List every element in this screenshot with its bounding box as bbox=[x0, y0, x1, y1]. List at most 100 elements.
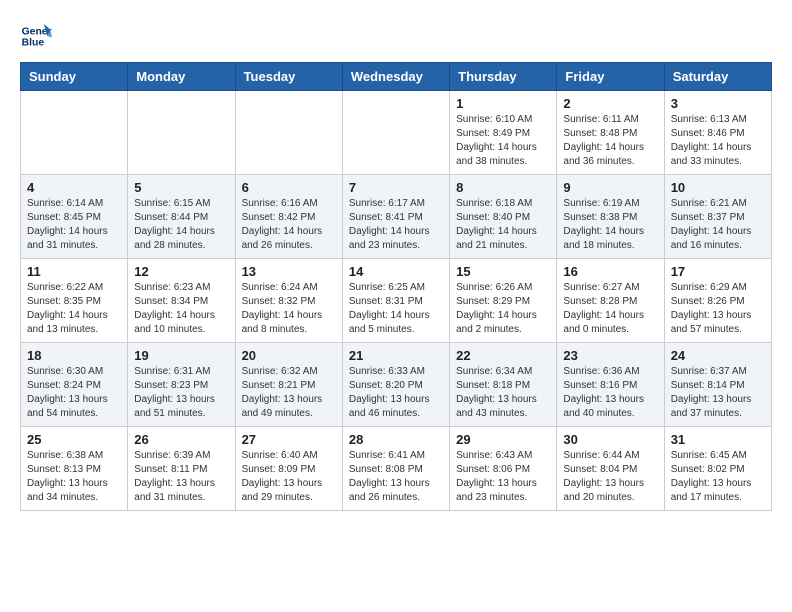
calendar-cell: 24 Sunrise: 6:37 AM Sunset: 8:14 PM Dayli… bbox=[664, 343, 771, 427]
calendar-cell: 16Sunrise: 6:27 AM Sunset: 8:28 PM Dayli… bbox=[557, 259, 664, 343]
day-number: 2 bbox=[563, 96, 657, 111]
weekday-thursday: Thursday bbox=[450, 63, 557, 91]
calendar-cell: 8 Sunrise: 6:18 AM Sunset: 8:40 PM Daylig… bbox=[450, 175, 557, 259]
calendar-cell: 17Sunrise: 6:29 AM Sunset: 8:26 PM Dayli… bbox=[664, 259, 771, 343]
day-number: 24 bbox=[671, 348, 765, 363]
day-number: 31 bbox=[671, 432, 765, 447]
calendar-cell: 28 Sunrise: 6:41 AM Sunset: 8:08 PM Dayli… bbox=[342, 427, 449, 511]
calendar-cell bbox=[342, 91, 449, 175]
day-number: 4 bbox=[27, 180, 121, 195]
day-number: 25 bbox=[27, 432, 121, 447]
day-info: Sunrise: 6:18 AM Sunset: 8:40 PM Dayligh… bbox=[456, 197, 550, 253]
day-info: Sunrise: 6:27 AM Sunset: 8:28 PM Dayligh… bbox=[563, 281, 657, 337]
day-info: Sunrise: 6:21 AM Sunset: 8:37 PM Dayligh… bbox=[671, 197, 765, 253]
calendar-cell: 13 Sunrise: 6:24 AM Sunset: 8:32 PM Dayli… bbox=[235, 259, 342, 343]
day-number: 18 bbox=[27, 348, 121, 363]
day-number: 19 bbox=[134, 348, 228, 363]
day-info: Sunrise: 6:36 AM Sunset: 8:16 PM Dayligh… bbox=[563, 365, 657, 421]
calendar-cell: 15 Sunrise: 6:26 AM Sunset: 8:29 PM Dayli… bbox=[450, 259, 557, 343]
logo: General Blue bbox=[20, 20, 56, 52]
calendar-cell: 1Sunrise: 6:10 AM Sunset: 8:49 PM Daylig… bbox=[450, 91, 557, 175]
calendar-table: SundayMondayTuesdayWednesdayThursdayFrid… bbox=[20, 62, 772, 511]
week-row-4: 18 Sunrise: 6:30 AM Sunset: 8:24 PM Dayli… bbox=[21, 343, 772, 427]
day-number: 30 bbox=[563, 432, 657, 447]
calendar-cell: 29 Sunrise: 6:43 AM Sunset: 8:06 PM Dayli… bbox=[450, 427, 557, 511]
day-number: 3 bbox=[671, 96, 765, 111]
week-row-3: 11 Sunrise: 6:22 AM Sunset: 8:35 PM Dayli… bbox=[21, 259, 772, 343]
day-info: Sunrise: 6:44 AM Sunset: 8:04 PM Dayligh… bbox=[563, 449, 657, 505]
day-info: Sunrise: 6:45 AM Sunset: 8:02 PM Dayligh… bbox=[671, 449, 765, 505]
day-number: 11 bbox=[27, 264, 121, 279]
day-info: Sunrise: 6:33 AM Sunset: 8:20 PM Dayligh… bbox=[349, 365, 443, 421]
week-row-5: 25 Sunrise: 6:38 AM Sunset: 8:13 PM Dayli… bbox=[21, 427, 772, 511]
day-number: 10 bbox=[671, 180, 765, 195]
day-number: 5 bbox=[134, 180, 228, 195]
calendar-cell: 21 Sunrise: 6:33 AM Sunset: 8:20 PM Dayli… bbox=[342, 343, 449, 427]
calendar-cell: 19 Sunrise: 6:31 AM Sunset: 8:23 PM Dayli… bbox=[128, 343, 235, 427]
calendar-cell: 9 Sunrise: 6:19 AM Sunset: 8:38 PM Daylig… bbox=[557, 175, 664, 259]
calendar-cell: 26 Sunrise: 6:39 AM Sunset: 8:11 PM Dayli… bbox=[128, 427, 235, 511]
calendar-cell bbox=[128, 91, 235, 175]
weekday-saturday: Saturday bbox=[664, 63, 771, 91]
page-header: General Blue bbox=[20, 20, 772, 52]
calendar-cell: 14 Sunrise: 6:25 AM Sunset: 8:31 PM Dayli… bbox=[342, 259, 449, 343]
day-info: Sunrise: 6:37 AM Sunset: 8:14 PM Dayligh… bbox=[671, 365, 765, 421]
calendar-cell: 23 Sunrise: 6:36 AM Sunset: 8:16 PM Dayli… bbox=[557, 343, 664, 427]
day-number: 15 bbox=[456, 264, 550, 279]
calendar-cell: 7Sunrise: 6:17 AM Sunset: 8:41 PM Daylig… bbox=[342, 175, 449, 259]
calendar-cell bbox=[235, 91, 342, 175]
day-number: 23 bbox=[563, 348, 657, 363]
calendar-cell: 5 Sunrise: 6:15 AM Sunset: 8:44 PM Daylig… bbox=[128, 175, 235, 259]
day-number: 29 bbox=[456, 432, 550, 447]
weekday-sunday: Sunday bbox=[21, 63, 128, 91]
calendar-cell: 10 Sunrise: 6:21 AM Sunset: 8:37 PM Dayli… bbox=[664, 175, 771, 259]
calendar-cell: 22Sunrise: 6:34 AM Sunset: 8:18 PM Dayli… bbox=[450, 343, 557, 427]
day-number: 12 bbox=[134, 264, 228, 279]
day-info: Sunrise: 6:26 AM Sunset: 8:29 PM Dayligh… bbox=[456, 281, 550, 337]
day-info: Sunrise: 6:29 AM Sunset: 8:26 PM Dayligh… bbox=[671, 281, 765, 337]
calendar-cell: 4Sunrise: 6:14 AM Sunset: 8:45 PM Daylig… bbox=[21, 175, 128, 259]
day-info: Sunrise: 6:24 AM Sunset: 8:32 PM Dayligh… bbox=[242, 281, 336, 337]
calendar-cell: 2 Sunrise: 6:11 AM Sunset: 8:48 PM Daylig… bbox=[557, 91, 664, 175]
day-info: Sunrise: 6:38 AM Sunset: 8:13 PM Dayligh… bbox=[27, 449, 121, 505]
week-row-1: 1Sunrise: 6:10 AM Sunset: 8:49 PM Daylig… bbox=[21, 91, 772, 175]
day-number: 26 bbox=[134, 432, 228, 447]
calendar-cell: 18 Sunrise: 6:30 AM Sunset: 8:24 PM Dayli… bbox=[21, 343, 128, 427]
day-number: 8 bbox=[456, 180, 550, 195]
day-info: Sunrise: 6:16 AM Sunset: 8:42 PM Dayligh… bbox=[242, 197, 336, 253]
calendar-cell: 31 Sunrise: 6:45 AM Sunset: 8:02 PM Dayli… bbox=[664, 427, 771, 511]
weekday-monday: Monday bbox=[128, 63, 235, 91]
weekday-header-row: SundayMondayTuesdayWednesdayThursdayFrid… bbox=[21, 63, 772, 91]
day-number: 28 bbox=[349, 432, 443, 447]
calendar-cell: 6 Sunrise: 6:16 AM Sunset: 8:42 PM Daylig… bbox=[235, 175, 342, 259]
day-info: Sunrise: 6:13 AM Sunset: 8:46 PM Dayligh… bbox=[671, 113, 765, 169]
day-info: Sunrise: 6:10 AM Sunset: 8:49 PM Dayligh… bbox=[456, 113, 550, 169]
day-info: Sunrise: 6:39 AM Sunset: 8:11 PM Dayligh… bbox=[134, 449, 228, 505]
day-number: 9 bbox=[563, 180, 657, 195]
day-info: Sunrise: 6:31 AM Sunset: 8:23 PM Dayligh… bbox=[134, 365, 228, 421]
calendar-cell: 11 Sunrise: 6:22 AM Sunset: 8:35 PM Dayli… bbox=[21, 259, 128, 343]
day-info: Sunrise: 6:19 AM Sunset: 8:38 PM Dayligh… bbox=[563, 197, 657, 253]
day-number: 13 bbox=[242, 264, 336, 279]
day-number: 21 bbox=[349, 348, 443, 363]
day-number: 14 bbox=[349, 264, 443, 279]
logo-icon: General Blue bbox=[20, 20, 52, 52]
day-info: Sunrise: 6:41 AM Sunset: 8:08 PM Dayligh… bbox=[349, 449, 443, 505]
day-info: Sunrise: 6:25 AM Sunset: 8:31 PM Dayligh… bbox=[349, 281, 443, 337]
day-info: Sunrise: 6:17 AM Sunset: 8:41 PM Dayligh… bbox=[349, 197, 443, 253]
day-info: Sunrise: 6:22 AM Sunset: 8:35 PM Dayligh… bbox=[27, 281, 121, 337]
day-info: Sunrise: 6:23 AM Sunset: 8:34 PM Dayligh… bbox=[134, 281, 228, 337]
day-info: Sunrise: 6:11 AM Sunset: 8:48 PM Dayligh… bbox=[563, 113, 657, 169]
day-info: Sunrise: 6:32 AM Sunset: 8:21 PM Dayligh… bbox=[242, 365, 336, 421]
calendar-cell: 27 Sunrise: 6:40 AM Sunset: 8:09 PM Dayli… bbox=[235, 427, 342, 511]
day-number: 27 bbox=[242, 432, 336, 447]
day-info: Sunrise: 6:43 AM Sunset: 8:06 PM Dayligh… bbox=[456, 449, 550, 505]
day-info: Sunrise: 6:40 AM Sunset: 8:09 PM Dayligh… bbox=[242, 449, 336, 505]
day-info: Sunrise: 6:30 AM Sunset: 8:24 PM Dayligh… bbox=[27, 365, 121, 421]
day-number: 22 bbox=[456, 348, 550, 363]
day-number: 6 bbox=[242, 180, 336, 195]
weekday-wednesday: Wednesday bbox=[342, 63, 449, 91]
calendar-cell: 30 Sunrise: 6:44 AM Sunset: 8:04 PM Dayli… bbox=[557, 427, 664, 511]
week-row-2: 4Sunrise: 6:14 AM Sunset: 8:45 PM Daylig… bbox=[21, 175, 772, 259]
day-info: Sunrise: 6:15 AM Sunset: 8:44 PM Dayligh… bbox=[134, 197, 228, 253]
